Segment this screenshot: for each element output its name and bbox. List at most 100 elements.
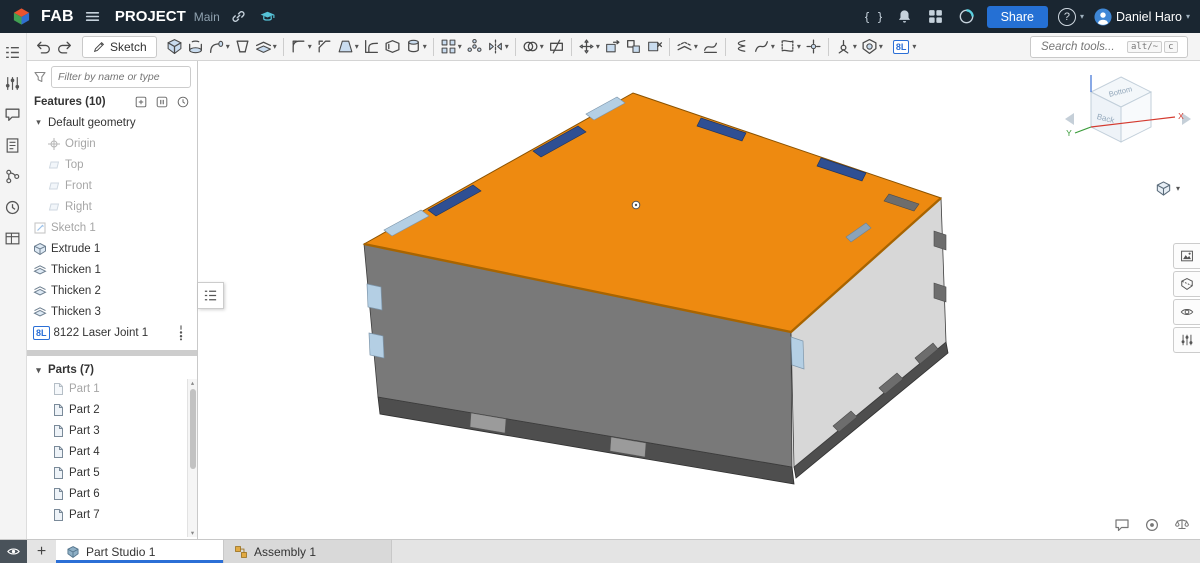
document-title[interactable]: PROJECT <box>115 8 186 25</box>
thicken-tool-button[interactable]: ▾ <box>253 35 279 59</box>
top-face-origin-dot[interactable] <box>631 200 641 210</box>
part-item-part-3[interactable]: Part 3 <box>27 420 197 441</box>
sweep-tool-button[interactable]: ▾ <box>206 35 232 59</box>
versions-button[interactable] <box>3 167 24 188</box>
parts-scrollbar[interactable]: ▴ ▾ <box>187 379 197 537</box>
viewport-comments-button[interactable] <box>1114 517 1130 533</box>
insert-feature-button[interactable] <box>134 95 148 109</box>
feature-item-default-geometry[interactable]: ▾ Default geometry <box>27 112 197 133</box>
rotate-left-arrow[interactable] <box>1065 113 1074 125</box>
part-item-part-1[interactable]: Part 1 <box>27 378 197 399</box>
offset-surface-tool-button[interactable]: ▾ <box>674 35 700 59</box>
mirror-tool-button[interactable]: ▾ <box>485 35 511 59</box>
undo-button[interactable] <box>33 35 54 59</box>
scrollbar-thumb[interactable] <box>189 389 196 469</box>
fill-surface-tool-button[interactable] <box>700 35 721 59</box>
panel-flyout-handle[interactable] <box>198 282 224 309</box>
named-views-button[interactable] <box>1173 299 1200 325</box>
draft-tool-button[interactable]: ▾ <box>335 35 361 59</box>
part-item-part-5[interactable]: Part 5 <box>27 462 197 483</box>
tab-manager-button[interactable] <box>0 540 27 563</box>
tables-panel-button[interactable] <box>3 229 24 250</box>
feature-item-extrude-1[interactable]: Extrude 1 <box>27 238 197 259</box>
feature-list-toggle[interactable] <box>3 43 24 64</box>
redo-button[interactable] <box>54 35 75 59</box>
replace-face-tool-button[interactable] <box>623 35 644 59</box>
part-item-part-6[interactable]: Part 6 <box>27 483 197 504</box>
user-menu-button[interactable]: Daniel Haro ▾ <box>1094 7 1190 26</box>
loft-tool-button[interactable] <box>232 35 253 59</box>
feature-item-front[interactable]: Front <box>27 175 197 196</box>
move-face-tool-button[interactable] <box>602 35 623 59</box>
rollback-bar[interactable] <box>27 350 197 356</box>
shell-tool-button[interactable] <box>382 35 403 59</box>
workspace-name[interactable]: Main <box>194 10 220 24</box>
rollback-end-button[interactable] <box>176 95 190 109</box>
chamfer-tool-button[interactable] <box>314 35 335 59</box>
document-tab-assembly-1[interactable]: Assembly 1 <box>224 540 392 563</box>
part-item-part-2[interactable]: Part 2 <box>27 399 197 420</box>
view-options-button[interactable]: ▾ <box>1149 179 1186 198</box>
revolve-tool-button[interactable] <box>185 35 206 59</box>
linear-pattern-tool-button[interactable]: ▾ <box>438 35 464 59</box>
history-button[interactable] <box>3 198 24 219</box>
boolean-tool-button[interactable]: ▾ <box>520 35 546 59</box>
scroll-up-arrow[interactable]: ▴ <box>191 379 194 387</box>
feature-item-top[interactable]: Top <box>27 154 197 175</box>
chevron-down-icon[interactable]: ▾ <box>33 117 44 128</box>
feature-item-8122-laser-joint-1[interactable]: 8L 8122 Laser Joint 1 <box>27 322 197 343</box>
featurescript-icon[interactable]: { } <box>863 6 884 27</box>
laser-cut-box-model[interactable] <box>362 92 949 485</box>
helix-tool-button[interactable] <box>730 35 751 59</box>
presence-button[interactable] <box>1144 517 1160 533</box>
section-view-button[interactable] <box>1173 271 1200 297</box>
configurations-panel-button[interactable] <box>1173 327 1200 353</box>
app-logo-text[interactable]: FAB <box>41 8 74 26</box>
3d-viewport[interactable]: Bottom Back X Y ▾ <box>198 61 1200 539</box>
units-measure-button[interactable] <box>1174 517 1190 533</box>
configurations-button[interactable] <box>3 74 24 95</box>
help-menu-button[interactable]: ? ▾ <box>1057 7 1084 26</box>
copy-link-button[interactable] <box>228 6 249 27</box>
feature-item-origin[interactable]: Origin <box>27 133 197 154</box>
projected-curve-tool-button[interactable]: ▾ <box>777 35 803 59</box>
feature-item-thicken-1[interactable]: Thicken 1 <box>27 259 197 280</box>
chevron-down-icon[interactable]: ▾ <box>33 365 44 376</box>
document-tab-part-studio-1[interactable]: Part Studio 1 <box>56 540 224 563</box>
sketch-tool-button[interactable]: Sketch <box>82 35 157 58</box>
part-item-part-7[interactable]: Part 7 <box>27 504 197 525</box>
scroll-down-arrow[interactable]: ▾ <box>191 529 194 537</box>
view-cube[interactable]: Bottom Back X Y <box>1062 67 1194 179</box>
main-menu-button[interactable] <box>82 6 103 27</box>
fillet-tool-button[interactable]: ▾ <box>288 35 314 59</box>
tool-search-input[interactable] <box>1039 39 1125 54</box>
learning-button[interactable] <box>257 6 278 27</box>
learning-center-icon[interactable] <box>956 6 977 27</box>
split-tool-button[interactable] <box>546 35 567 59</box>
point-tool-button[interactable] <box>803 35 824 59</box>
feature-item-thicken-3[interactable]: Thicken 3 <box>27 301 197 322</box>
part-item-part-4[interactable]: Part 4 <box>27 441 197 462</box>
app-logo-icon[interactable] <box>10 5 33 28</box>
rib-tool-button[interactable] <box>361 35 382 59</box>
add-tab-button[interactable]: + <box>27 540 56 563</box>
appearance-panel-button[interactable] <box>1173 243 1200 269</box>
composite-part-tool-button[interactable]: ▾ <box>859 35 885 59</box>
feature-item-right[interactable]: Right <box>27 196 197 217</box>
feature-item-thicken-2[interactable]: Thicken 2 <box>27 280 197 301</box>
notifications-icon[interactable] <box>894 6 915 27</box>
hole-tool-button[interactable]: ▾ <box>403 35 429 59</box>
spline-tool-button[interactable]: ▾ <box>751 35 777 59</box>
transform-tool-button[interactable]: ▾ <box>576 35 602 59</box>
app-store-icon[interactable] <box>925 6 946 27</box>
parts-header-row[interactable]: ▾ Parts (7) <box>27 362 197 378</box>
share-button[interactable]: Share <box>986 5 1048 28</box>
suspend-rebuild-button[interactable] <box>155 95 169 109</box>
custom-features-button[interactable]: 8L ▾ <box>891 38 919 56</box>
extrude-tool-button[interactable] <box>164 35 185 59</box>
feature-item-sketch-1[interactable]: Sketch 1 <box>27 217 197 238</box>
delete-face-tool-button[interactable] <box>644 35 665 59</box>
mate-connector-tool-button[interactable]: ▾ <box>833 35 859 59</box>
circular-pattern-tool-button[interactable] <box>464 35 485 59</box>
rollback-handle[interactable] <box>177 324 185 341</box>
